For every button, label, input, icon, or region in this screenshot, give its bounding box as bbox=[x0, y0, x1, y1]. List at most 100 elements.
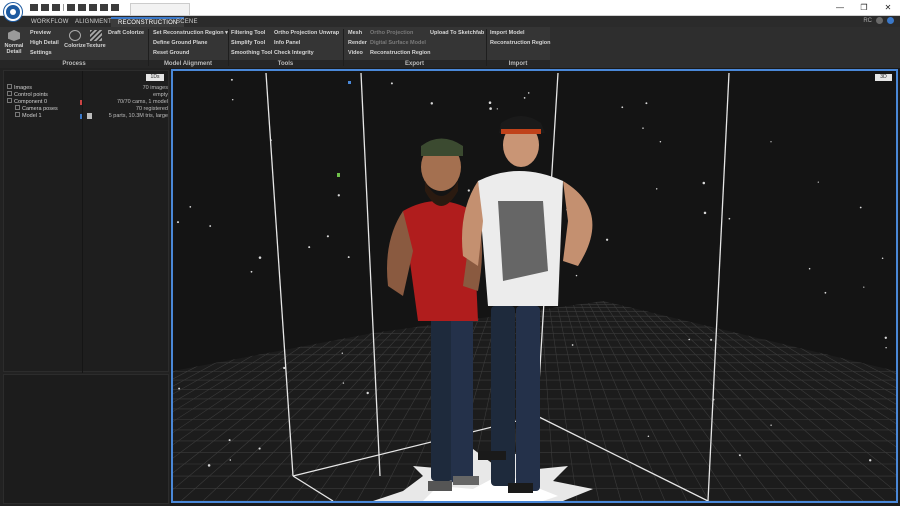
settings-icon[interactable] bbox=[876, 17, 883, 24]
selection-marker bbox=[80, 114, 82, 119]
export-render-button[interactable]: Render bbox=[348, 40, 367, 46]
collapse-icon[interactable] bbox=[7, 98, 12, 104]
tree-row-model[interactable]: Model 1 5 parts, 10.3M tris, large bbox=[7, 112, 170, 120]
group-label-import: Import bbox=[508, 61, 528, 67]
layout-4-icon[interactable] bbox=[100, 4, 108, 11]
tie-point bbox=[250, 270, 253, 273]
save-icon[interactable] bbox=[52, 4, 60, 11]
info-panel-button[interactable]: Info Panel bbox=[274, 40, 300, 46]
3d-viewport[interactable]: 3D bbox=[171, 69, 898, 503]
export-video-button[interactable]: Video bbox=[348, 50, 363, 56]
tie-point bbox=[527, 92, 530, 94]
layout-2-icon[interactable] bbox=[78, 4, 86, 11]
tie-point bbox=[347, 256, 350, 259]
view-mode-badge[interactable]: 3D bbox=[875, 74, 892, 81]
tie-point bbox=[189, 206, 192, 208]
document-tab[interactable] bbox=[130, 3, 190, 15]
export-mesh-button[interactable]: Mesh bbox=[348, 30, 362, 36]
tie-point bbox=[176, 221, 180, 224]
texture-button[interactable]: Texture bbox=[86, 30, 106, 49]
preview-button[interactable]: Preview bbox=[30, 30, 51, 36]
reset-ground-button[interactable]: Reset Ground bbox=[153, 50, 189, 56]
filtering-tool-button[interactable]: Filtering Tool bbox=[231, 30, 265, 36]
tie-point bbox=[647, 435, 650, 437]
layout-3-icon[interactable] bbox=[89, 4, 97, 11]
group-label-model-alignment: Model Alignment bbox=[163, 61, 213, 67]
new-project-icon[interactable] bbox=[30, 4, 38, 11]
settings-button[interactable]: Settings bbox=[30, 50, 52, 56]
normal-detail-button[interactable]: Normal Detail bbox=[3, 30, 25, 55]
export-dsm-button[interactable]: Digital Surface Model bbox=[370, 40, 426, 46]
help-icon[interactable] bbox=[887, 17, 894, 24]
close-button[interactable]: ✕ bbox=[876, 0, 900, 16]
tab-scene[interactable]: SCENE bbox=[169, 17, 205, 27]
tie-point bbox=[863, 286, 865, 288]
tie-point bbox=[645, 102, 648, 105]
mesh-icon bbox=[8, 30, 20, 41]
simplify-tool-button[interactable]: Simplify Tool bbox=[231, 40, 265, 46]
tie-point bbox=[496, 108, 498, 110]
tree-value: empty bbox=[153, 92, 168, 98]
user-initials[interactable]: RC bbox=[863, 18, 872, 24]
toolbar-separator bbox=[63, 4, 64, 11]
panel-mode-badge[interactable]: 1Ds bbox=[146, 74, 164, 81]
minimize-button[interactable]: — bbox=[828, 0, 852, 16]
layout-5-icon[interactable] bbox=[111, 4, 119, 11]
model-thumbnail-icon bbox=[87, 113, 92, 119]
high-detail-button[interactable]: High Detail bbox=[30, 40, 59, 46]
texture-icon bbox=[90, 30, 102, 41]
tie-point bbox=[308, 246, 311, 249]
tie-point bbox=[885, 346, 887, 349]
export-reconstruction-region-button[interactable]: Reconstruction Region bbox=[370, 50, 431, 56]
tree-row-images[interactable]: Images 70 images bbox=[7, 84, 170, 92]
tie-point bbox=[207, 464, 211, 467]
tree-row-camera-poses[interactable]: Camera poses 70 registered bbox=[7, 105, 170, 113]
colorize-button[interactable]: Colorize bbox=[64, 30, 86, 49]
unwrap-button[interactable]: Unwrap bbox=[319, 30, 339, 36]
tie-point bbox=[869, 459, 872, 462]
tie-point bbox=[342, 382, 345, 384]
open-project-icon[interactable] bbox=[41, 4, 49, 11]
tree-row-component[interactable]: Component 0 70/70 cams, 1 model bbox=[7, 98, 170, 106]
draft-colorize-button[interactable]: Draft Colorize bbox=[108, 30, 144, 36]
layout-icon[interactable] bbox=[67, 4, 75, 11]
tree-label: Images bbox=[14, 85, 33, 91]
tie-point bbox=[258, 447, 261, 450]
tree-label: Model 1 bbox=[22, 113, 42, 119]
colorize-label: Colorize bbox=[64, 43, 86, 49]
restore-button[interactable]: ❐ bbox=[852, 0, 876, 16]
tie-point bbox=[178, 387, 181, 390]
set-reconstruction-region-button[interactable]: Set Reconstruction Region ▾ bbox=[153, 30, 228, 36]
tie-point bbox=[231, 98, 234, 101]
ortho-projection-button[interactable]: Ortho Projection bbox=[274, 30, 317, 36]
upload-sketchfab-button[interactable]: Upload To Sketchfab bbox=[430, 30, 484, 36]
tie-point bbox=[488, 101, 492, 104]
tie-point bbox=[326, 235, 329, 238]
ribbon: Normal Detail Preview High Detail Settin… bbox=[0, 27, 900, 68]
app-logo-icon[interactable] bbox=[4, 3, 22, 21]
expand-icon[interactable] bbox=[7, 91, 12, 97]
tie-point bbox=[209, 225, 212, 227]
tree-row-control-points[interactable]: Control points empty bbox=[7, 91, 170, 99]
expand-icon[interactable] bbox=[7, 84, 12, 90]
expand-icon[interactable] bbox=[15, 105, 20, 111]
project-tree-panel: 1Ds Images 70 images Control points empt… bbox=[3, 70, 170, 373]
smoothing-tool-button[interactable]: Smoothing Tool bbox=[231, 50, 272, 56]
define-ground-plane-button[interactable]: Define Ground Plane bbox=[153, 40, 207, 46]
tie-point bbox=[229, 459, 232, 461]
tie-point bbox=[738, 454, 741, 457]
scene-canvas[interactable] bbox=[173, 71, 896, 501]
normal-detail-label: Normal Detail bbox=[4, 43, 24, 55]
group-label-process: Process bbox=[62, 61, 86, 67]
tie-point bbox=[575, 274, 578, 277]
tie-point bbox=[337, 194, 340, 197]
expand-icon[interactable] bbox=[15, 112, 20, 118]
ribbon-tab-bar: WORKFLOW ALIGNMENT RECONSTRUCTION SCENE … bbox=[0, 16, 900, 27]
export-ortho-projection-button[interactable]: Ortho Projection bbox=[370, 30, 413, 36]
import-model-button[interactable]: Import Model bbox=[490, 30, 525, 36]
group-label-export: Export bbox=[404, 61, 424, 67]
tie-point bbox=[770, 424, 772, 426]
import-reconstruction-region-button[interactable]: Reconstruction Region bbox=[490, 40, 551, 46]
tree-value: 70 images bbox=[142, 85, 168, 91]
check-integrity-button[interactable]: Check Integrity bbox=[274, 50, 314, 56]
